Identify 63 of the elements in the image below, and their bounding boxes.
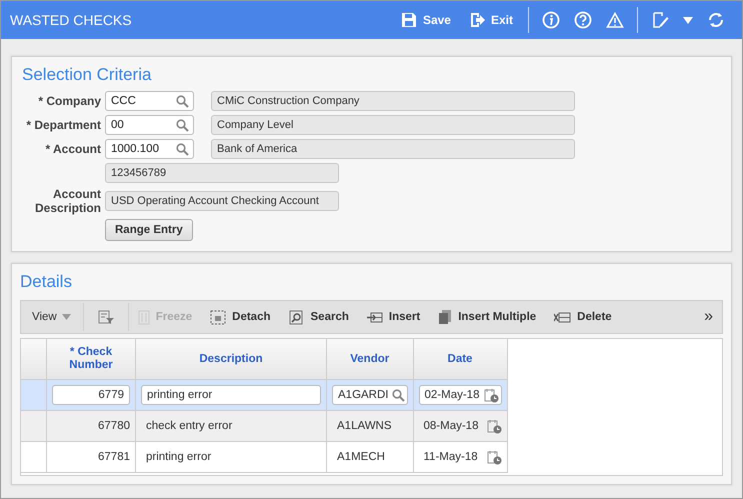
description-field: Company Level [211,115,575,135]
description-input[interactable]: printing error [141,385,321,405]
window-title: WASTED CHECKS [10,12,132,28]
search-icon[interactable] [176,94,189,108]
section-title: Details [20,272,73,292]
view-menu[interactable]: View [23,303,84,331]
account-number-field: 123456789 [105,163,339,183]
insert-multiple-icon [438,309,452,325]
search-icon[interactable] [392,388,404,402]
overflow-button[interactable]: » [695,303,722,331]
table-cell: check entry error [146,420,232,432]
lookup-field[interactable]: 00 [105,115,194,135]
column-header[interactable]: Date [413,339,507,380]
column-header[interactable]: Vendor [326,339,413,380]
description-field: CMiC Construction Company [211,91,575,111]
edit-icon [651,11,669,29]
date-input[interactable]: 02-May-18 [418,385,502,405]
lookup-field[interactable]: 1000.100 [105,139,194,159]
save-icon [400,12,417,28]
caret-icon [62,314,71,320]
detach-icon [210,310,226,324]
table-cell: A1MECH [337,451,385,463]
delete-icon [554,310,572,324]
search-icon[interactable] [176,142,189,156]
table-cell: 67781 [98,451,130,463]
field-label: * Department [25,118,101,132]
detach-button[interactable]: Detach [201,303,280,331]
save-button[interactable]: Save [392,12,460,28]
field-label: Account Description [34,187,101,215]
calendar-icon[interactable] [484,388,498,402]
table-cell: 08-May-18 [424,420,478,432]
calendar-icon[interactable] [486,450,502,464]
column-header[interactable]: * Check Number [46,339,136,380]
warning-icon [606,12,624,28]
search-button[interactable]: Search [280,303,358,331]
check-number-input[interactable]: 6779 [52,385,130,405]
table-cell: A1LAWNS [337,420,392,432]
lookup-field[interactable]: CCC [105,91,194,111]
table-cell: 67780 [98,420,130,432]
section-title: Selection Criteria [22,65,152,85]
account-description-field: USD Operating Account Checking Account [105,191,339,211]
table-cell: 11-May-18 [424,451,478,463]
info-icon [542,11,560,29]
filter-icon [98,310,114,324]
delete-button[interactable]: Delete [545,303,621,331]
exit-button[interactable]: Exit [460,12,522,28]
field-label: * Company [37,94,101,108]
vendor-input[interactable]: A1GARDI [332,385,408,405]
caret-icon [683,16,693,24]
help-icon [574,11,592,29]
table-cell: printing error [146,451,212,463]
range-entry-button[interactable]: Range Entry [105,219,193,241]
exit-icon [468,12,485,28]
search-icon[interactable] [176,118,189,132]
calendar-icon[interactable] [486,418,502,434]
insert-button[interactable]: Insert [358,303,430,331]
insert-icon [366,310,383,324]
refresh-icon [707,11,725,29]
description-field: Bank of America [211,139,575,159]
column-header[interactable]: Description [136,339,326,380]
insert-multiple-button[interactable]: Insert Multiple [429,303,546,331]
search-icon [288,310,305,324]
field-label: * Account [44,142,101,156]
